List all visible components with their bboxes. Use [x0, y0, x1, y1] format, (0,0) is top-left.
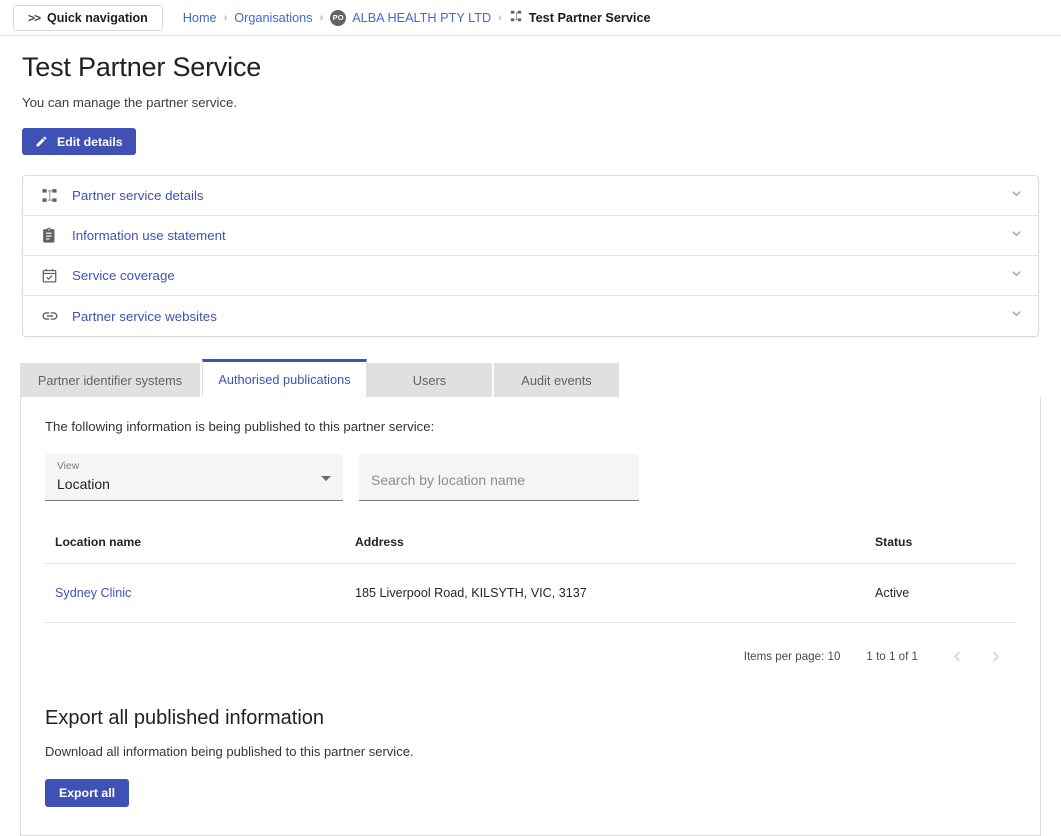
accordion-item-partner-service-websites[interactable]: Partner service websites	[23, 296, 1038, 336]
paginator-arrows	[944, 643, 1008, 669]
link-icon	[41, 307, 63, 325]
account-tree-icon	[41, 187, 63, 204]
paginator-range-label: 1 to 1 of 1	[866, 649, 918, 663]
export-section-heading: Export all published information	[45, 707, 325, 729]
tab-panel-authorised-publications: The following information is being publi…	[20, 397, 1041, 836]
accordion-item-partner-service-details[interactable]: Partner service details	[23, 176, 1038, 216]
filter-controls: View Location Search by location name	[45, 454, 1016, 501]
table-row: Sydney Clinic 185 Liverpool Road, KILSYT…	[45, 563, 1016, 623]
panel-intro-text: The following information is being publi…	[45, 419, 435, 434]
column-header-status: Status	[865, 535, 1016, 564]
accordion-item-service-coverage[interactable]: Service coverage	[23, 256, 1038, 296]
breadcrumb-item-current: Test Partner Service	[509, 9, 651, 26]
breadcrumb-item-home[interactable]: Home	[183, 11, 217, 25]
cell-location-name: Sydney Clinic	[45, 563, 345, 623]
accordion-item-label: Service coverage	[72, 268, 175, 283]
accordion-item-label: Information use statement	[72, 228, 226, 243]
accordion-panel-list: Partner service details Information use …	[22, 175, 1039, 337]
chevron-down-icon[interactable]	[1009, 226, 1024, 246]
chevron-right-icon[interactable]	[982, 643, 1008, 669]
items-per-page-text: Items per page:	[743, 649, 825, 663]
view-select-value: Location	[57, 476, 110, 492]
export-section-description: Download all information being published…	[45, 744, 414, 759]
tab-authorised-publications[interactable]: Authorised publications	[202, 359, 367, 397]
page-header: Test Partner Service You can manage the …	[0, 36, 1061, 155]
edit-details-label: Edit details	[57, 134, 123, 149]
organisation-avatar: PO	[330, 9, 347, 26]
calendar-check-icon	[41, 267, 63, 284]
search-input-placeholder: Search by location name	[371, 472, 526, 488]
column-header-address: Address	[345, 535, 865, 564]
items-per-page-value[interactable]: 10	[828, 650, 841, 663]
tab-label: Partner identifier systems	[37, 372, 183, 388]
page-title: Test Partner Service	[22, 52, 262, 82]
accordion-item-label: Partner service websites	[72, 308, 217, 324]
location-link-sydney-clinic[interactable]: Sydney Clinic	[55, 586, 131, 600]
breadcrumb-separator: ›	[319, 11, 324, 24]
breadcrumb-separator: ›	[498, 11, 502, 24]
top-bar: >> Quick navigation Home › Organisations…	[0, 0, 1061, 36]
chevron-down-icon[interactable]	[321, 476, 331, 481]
publications-table: Location name Address Status Sydney Clin…	[45, 535, 1016, 623]
double-chevron-right-icon: >>	[28, 10, 41, 25]
column-header-location-name: Location name	[45, 535, 345, 564]
table-header-row: Location name Address Status	[45, 535, 1016, 564]
page-subtitle: You can manage the partner service.	[22, 95, 238, 110]
tab-bar: Partner identifier systems Authorised pu…	[20, 359, 1041, 397]
export-all-button[interactable]: Export all	[45, 779, 130, 807]
edit-details-button[interactable]: Edit details	[22, 128, 136, 155]
quick-navigation-label: Quick navigation	[47, 10, 148, 25]
search-input[interactable]: Search by location name	[359, 454, 639, 501]
chevron-down-icon[interactable]	[1009, 266, 1024, 286]
tab-audit-events[interactable]: Audit events	[494, 363, 621, 397]
accordion-item-label: Partner service details	[72, 188, 204, 203]
paginator: Items per page: 10 1 to 1 of 1	[45, 643, 1016, 669]
document-icon	[41, 227, 63, 244]
breadcrumb-item-organisation[interactable]: PO ALBA HEALTH PTY LTD	[330, 9, 491, 26]
tab-label: Audit events	[521, 372, 592, 388]
breadcrumb-item-organisation-label[interactable]: ALBA HEALTH PTY LTD	[352, 11, 491, 25]
chevron-left-icon[interactable]	[944, 643, 970, 669]
breadcrumb-item-organisations[interactable]: Organisations	[234, 11, 312, 25]
cell-address: 185 Liverpool Road, KILSYTH, VIC, 3137	[345, 563, 865, 623]
breadcrumb: Home › Organisations › PO ALBA HEALTH PT…	[183, 9, 651, 26]
tab-users[interactable]: Users	[367, 363, 494, 397]
cell-status: Active	[865, 563, 1016, 623]
view-select-label: View	[57, 461, 80, 472]
breadcrumb-current-label: Test Partner Service	[528, 10, 651, 25]
chevron-down-icon[interactable]	[1009, 186, 1024, 206]
breadcrumb-separator: ›	[223, 11, 228, 24]
view-select[interactable]: View Location	[45, 454, 343, 501]
account-tree-icon	[509, 9, 523, 26]
chevron-down-icon[interactable]	[1009, 306, 1024, 326]
tab-label: Authorised publications	[218, 372, 351, 387]
items-per-page-label: Items per page: 10	[744, 650, 841, 663]
accordion-item-information-use-statement[interactable]: Information use statement	[23, 216, 1038, 256]
pencil-icon	[35, 135, 48, 148]
tab-partner-identifier-systems[interactable]: Partner identifier systems	[20, 363, 202, 397]
tab-label: Users	[412, 372, 447, 388]
quick-navigation-button[interactable]: >> Quick navigation	[13, 4, 163, 31]
